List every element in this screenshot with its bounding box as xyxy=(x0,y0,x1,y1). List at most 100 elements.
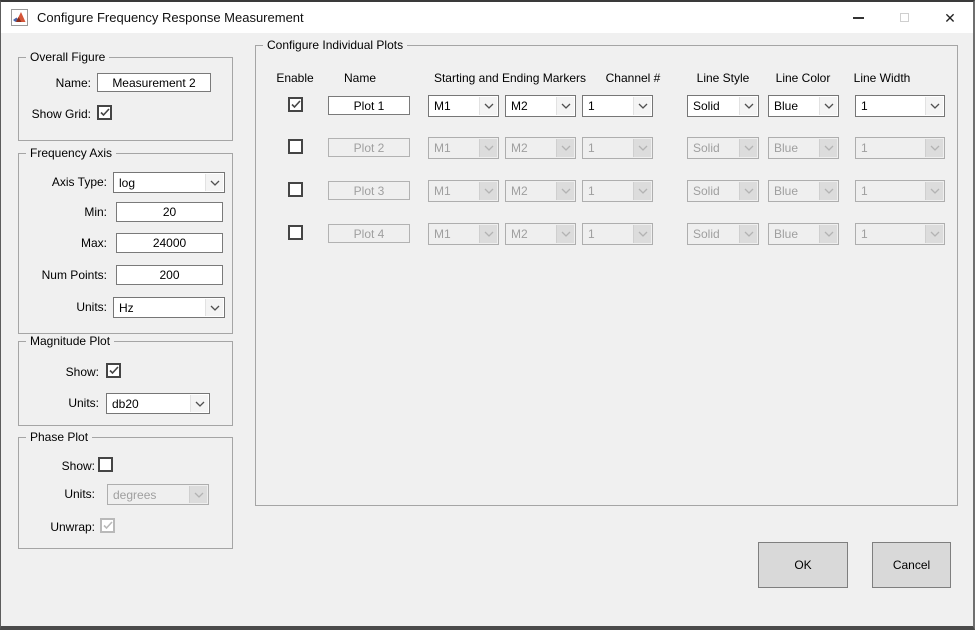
show-grid-checkbox[interactable] xyxy=(97,105,112,120)
chevron-down-icon xyxy=(556,182,574,200)
chevron-down-icon xyxy=(633,182,651,200)
chevron-down-icon xyxy=(819,225,837,243)
chevron-down-icon xyxy=(925,225,943,243)
row3-end-marker-dropdown: M2 xyxy=(505,180,576,202)
row1-end-marker-dropdown[interactable]: M2 xyxy=(505,95,576,117)
chevron-down-icon xyxy=(556,139,574,157)
panel-individual-plots: Configure Individual Plots Enable Name S… xyxy=(255,45,958,506)
row3-line-color-dropdown: Blue xyxy=(768,180,839,202)
chevron-down-icon xyxy=(925,97,943,115)
maximize-button xyxy=(881,2,927,33)
row2-line-width-dropdown: 1 xyxy=(855,137,945,159)
header-line-width: Line Width xyxy=(854,71,911,85)
mag-show-checkbox[interactable] xyxy=(106,363,121,378)
row2-name-field xyxy=(328,138,410,157)
row4-enable-checkbox[interactable] xyxy=(288,225,303,240)
matlab-logo-icon xyxy=(11,9,28,26)
chevron-down-icon xyxy=(739,182,757,200)
chevron-down-icon xyxy=(633,97,651,115)
header-channel: Channel # xyxy=(606,71,661,85)
row3-name-field xyxy=(328,181,410,200)
row1-line-color-dropdown[interactable]: Blue xyxy=(768,95,839,117)
ok-button[interactable]: OK xyxy=(758,542,848,588)
header-enable: Enable xyxy=(276,71,313,85)
chevron-down-icon xyxy=(479,225,497,243)
plot-row-3: M1 M2 1 Solid Blue xyxy=(256,180,957,204)
max-label: Max: xyxy=(21,236,107,250)
close-button[interactable]: ✕ xyxy=(927,2,973,33)
header-line-color: Line Color xyxy=(776,71,831,85)
row1-enable-checkbox[interactable] xyxy=(288,97,303,112)
row3-line-width-dropdown: 1 xyxy=(855,180,945,202)
chevron-down-icon xyxy=(925,182,943,200)
row2-line-color-dropdown: Blue xyxy=(768,137,839,159)
chevron-down-icon xyxy=(633,139,651,157)
max-field[interactable] xyxy=(116,233,223,253)
row1-channel-dropdown[interactable]: 1 xyxy=(582,95,653,117)
dialog-window: Configure Frequency Response Measurement… xyxy=(0,0,975,630)
chevron-down-icon xyxy=(633,225,651,243)
window-title: Configure Frequency Response Measurement xyxy=(37,10,304,25)
phase-show-label: Show: xyxy=(21,459,95,473)
chevron-down-icon xyxy=(189,486,207,503)
chevron-down-icon xyxy=(205,174,223,191)
chevron-down-icon xyxy=(556,225,574,243)
figure-name-field[interactable] xyxy=(97,73,211,92)
row1-start-marker-dropdown[interactable]: M1 xyxy=(428,95,499,117)
freq-units-dropdown[interactable]: Hz xyxy=(113,297,225,318)
row2-enable-checkbox[interactable] xyxy=(288,139,303,154)
chevron-down-icon xyxy=(739,97,757,115)
close-icon: ✕ xyxy=(944,11,956,25)
chevron-down-icon xyxy=(925,139,943,157)
row1-name-field[interactable] xyxy=(328,96,410,115)
mag-units-label: Units: xyxy=(21,396,99,410)
chevron-down-icon xyxy=(556,97,574,115)
cancel-button[interactable]: Cancel xyxy=(872,542,951,588)
row2-line-style-dropdown: Solid xyxy=(687,137,759,159)
dialog-content: Overall Figure Name: Show Grid: Frequenc… xyxy=(1,33,973,626)
plot-row-2: M1 M2 1 Solid Blue xyxy=(256,137,957,161)
row3-channel-dropdown: 1 xyxy=(582,180,653,202)
row3-enable-checkbox[interactable] xyxy=(288,182,303,197)
phase-units-label: Units: xyxy=(21,487,95,501)
header-markers: Starting and Ending Markers xyxy=(434,71,586,85)
chevron-down-icon xyxy=(739,225,757,243)
min-field[interactable] xyxy=(116,202,223,222)
row2-channel-dropdown: 1 xyxy=(582,137,653,159)
row1-line-width-dropdown[interactable]: 1 xyxy=(855,95,945,117)
row4-channel-dropdown: 1 xyxy=(582,223,653,245)
header-line-style: Line Style xyxy=(697,71,750,85)
minimize-button[interactable] xyxy=(835,2,881,33)
row4-line-style-dropdown: Solid xyxy=(687,223,759,245)
chevron-down-icon xyxy=(479,182,497,200)
show-grid-label: Show Grid: xyxy=(25,107,91,121)
chevron-down-icon xyxy=(479,139,497,157)
row4-start-marker-dropdown: M1 xyxy=(428,223,499,245)
row2-start-marker-dropdown: M1 xyxy=(428,137,499,159)
chevron-down-icon xyxy=(479,97,497,115)
panel-frequency-axis: Frequency Axis Axis Type: log Min: Max: … xyxy=(18,153,233,334)
mag-units-dropdown[interactable]: db20 xyxy=(106,393,210,414)
min-label: Min: xyxy=(21,205,107,219)
unwrap-checkbox xyxy=(100,518,115,533)
num-points-field[interactable] xyxy=(116,265,223,285)
phase-show-checkbox[interactable] xyxy=(98,457,113,472)
panel-magnitude-plot: Magnitude Plot Show: Units: db20 xyxy=(18,341,233,426)
maximize-icon xyxy=(900,13,909,22)
row2-end-marker-dropdown: M2 xyxy=(505,137,576,159)
freq-units-label: Units: xyxy=(21,300,107,314)
window-controls: ✕ xyxy=(835,2,973,33)
axis-type-label: Axis Type: xyxy=(21,175,107,189)
chevron-down-icon xyxy=(190,395,208,412)
header-name: Name xyxy=(344,71,376,85)
mag-show-label: Show: xyxy=(21,365,99,379)
row1-line-style-dropdown[interactable]: Solid xyxy=(687,95,759,117)
row4-end-marker-dropdown: M2 xyxy=(505,223,576,245)
plot-row-4: M1 M2 1 Solid Blue xyxy=(256,223,957,247)
chevron-down-icon xyxy=(739,139,757,157)
panel-title-magnitude-plot: Magnitude Plot xyxy=(26,334,114,348)
axis-type-dropdown[interactable]: log xyxy=(113,172,225,193)
panel-title-phase-plot: Phase Plot xyxy=(26,430,92,444)
name-label: Name: xyxy=(25,76,91,90)
row3-start-marker-dropdown: M1 xyxy=(428,180,499,202)
